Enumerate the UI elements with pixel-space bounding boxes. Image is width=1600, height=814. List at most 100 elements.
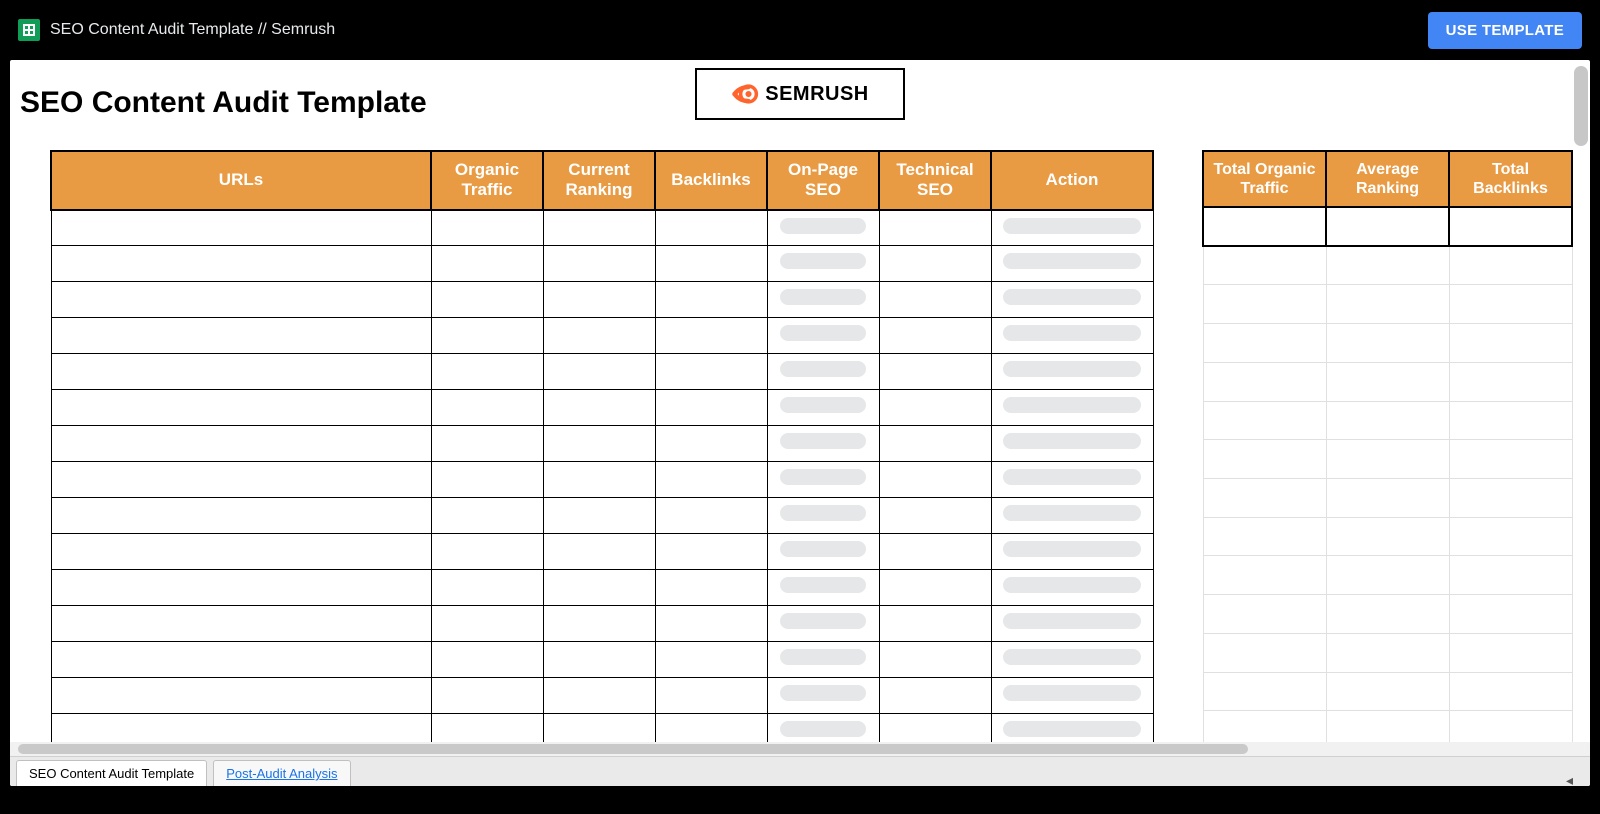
table-cell[interactable] — [1326, 556, 1449, 595]
table-cell[interactable] — [767, 606, 879, 642]
table-cell[interactable] — [543, 426, 655, 462]
table-cell[interactable] — [655, 642, 767, 678]
table-cell[interactable] — [431, 462, 543, 498]
table-cell[interactable] — [991, 282, 1153, 318]
table-cell[interactable] — [1203, 207, 1326, 246]
table-cell[interactable] — [991, 390, 1153, 426]
table-cell[interactable] — [543, 318, 655, 354]
table-cell[interactable] — [1449, 556, 1572, 595]
table-cell[interactable] — [543, 210, 655, 246]
table-cell[interactable] — [1326, 401, 1449, 440]
table-cell[interactable] — [1326, 324, 1449, 363]
table-row[interactable] — [51, 642, 1153, 678]
table-cell[interactable] — [991, 498, 1153, 534]
table-cell[interactable] — [1449, 479, 1572, 518]
table-cell[interactable] — [543, 462, 655, 498]
table-cell[interactable] — [51, 318, 431, 354]
table-cell[interactable] — [655, 426, 767, 462]
table-row[interactable] — [51, 498, 1153, 534]
table-cell[interactable] — [1203, 362, 1326, 401]
table-cell[interactable] — [51, 462, 431, 498]
table-cell[interactable] — [543, 678, 655, 714]
horizontal-scrollbar-track[interactable] — [10, 742, 1590, 756]
table-cell[interactable] — [879, 390, 991, 426]
table-cell[interactable] — [655, 570, 767, 606]
table-cell[interactable] — [1326, 517, 1449, 556]
table-cell[interactable] — [879, 678, 991, 714]
table-cell[interactable] — [655, 534, 767, 570]
table-cell[interactable] — [991, 210, 1153, 246]
table-row[interactable] — [51, 210, 1153, 246]
table-cell[interactable] — [1326, 479, 1449, 518]
table-cell[interactable] — [879, 210, 991, 246]
table-cell[interactable] — [991, 570, 1153, 606]
table-cell[interactable] — [767, 354, 879, 390]
table-cell[interactable] — [51, 390, 431, 426]
table-cell[interactable] — [655, 498, 767, 534]
table-cell[interactable] — [431, 318, 543, 354]
table-cell[interactable] — [767, 462, 879, 498]
table-cell[interactable] — [991, 642, 1153, 678]
tab-seo-content-audit-template[interactable]: SEO Content Audit Template — [16, 760, 207, 786]
table-cell[interactable] — [655, 210, 767, 246]
table-cell[interactable] — [655, 354, 767, 390]
table-cell[interactable] — [1449, 633, 1572, 672]
table-cell[interactable] — [1326, 285, 1449, 324]
table-cell[interactable] — [1449, 246, 1572, 285]
table-row[interactable] — [1203, 362, 1572, 401]
table-cell[interactable] — [879, 282, 991, 318]
table-cell[interactable] — [543, 570, 655, 606]
table-cell[interactable] — [51, 354, 431, 390]
table-cell[interactable] — [655, 462, 767, 498]
table-row[interactable] — [51, 246, 1153, 282]
table-row[interactable] — [1203, 556, 1572, 595]
table-cell[interactable] — [1203, 479, 1326, 518]
table-cell[interactable] — [767, 210, 879, 246]
table-cell[interactable] — [1449, 401, 1572, 440]
table-cell[interactable] — [879, 606, 991, 642]
table-cell[interactable] — [431, 354, 543, 390]
table-cell[interactable] — [51, 426, 431, 462]
table-cell[interactable] — [879, 498, 991, 534]
table-cell[interactable] — [879, 570, 991, 606]
table-cell[interactable] — [991, 462, 1153, 498]
table-row[interactable] — [1203, 595, 1572, 634]
table-cell[interactable] — [991, 318, 1153, 354]
tabs-menu-icon[interactable]: ◂ — [1566, 772, 1580, 786]
table-cell[interactable] — [431, 498, 543, 534]
table-cell[interactable] — [543, 246, 655, 282]
table-cell[interactable] — [1203, 324, 1326, 363]
table-cell[interactable] — [543, 354, 655, 390]
table-cell[interactable] — [1449, 517, 1572, 556]
table-row[interactable] — [51, 426, 1153, 462]
table-cell[interactable] — [879, 318, 991, 354]
table-cell[interactable] — [431, 642, 543, 678]
table-cell[interactable] — [1326, 440, 1449, 479]
table-cell[interactable] — [879, 534, 991, 570]
table-cell[interactable] — [431, 678, 543, 714]
table-cell[interactable] — [1326, 633, 1449, 672]
table-row[interactable] — [51, 282, 1153, 318]
table-cell[interactable] — [1449, 440, 1572, 479]
horizontal-scrollbar-thumb[interactable] — [18, 744, 1248, 754]
table-cell[interactable] — [1203, 556, 1326, 595]
table-cell[interactable] — [431, 282, 543, 318]
table-cell[interactable] — [1449, 207, 1572, 246]
table-cell[interactable] — [991, 246, 1153, 282]
table-cell[interactable] — [879, 354, 991, 390]
table-cell[interactable] — [767, 534, 879, 570]
table-cell[interactable] — [51, 570, 431, 606]
table-cell[interactable] — [1449, 324, 1572, 363]
table-cell[interactable] — [1326, 595, 1449, 634]
table-cell[interactable] — [431, 210, 543, 246]
table-cell[interactable] — [1449, 285, 1572, 324]
table-cell[interactable] — [543, 606, 655, 642]
table-cell[interactable] — [767, 642, 879, 678]
table-row[interactable] — [1203, 324, 1572, 363]
table-cell[interactable] — [431, 246, 543, 282]
table-cell[interactable] — [1449, 595, 1572, 634]
table-cell[interactable] — [991, 426, 1153, 462]
table-cell[interactable] — [431, 426, 543, 462]
tab-post-audit-analysis[interactable]: Post-Audit Analysis — [213, 760, 350, 786]
table-cell[interactable] — [543, 282, 655, 318]
